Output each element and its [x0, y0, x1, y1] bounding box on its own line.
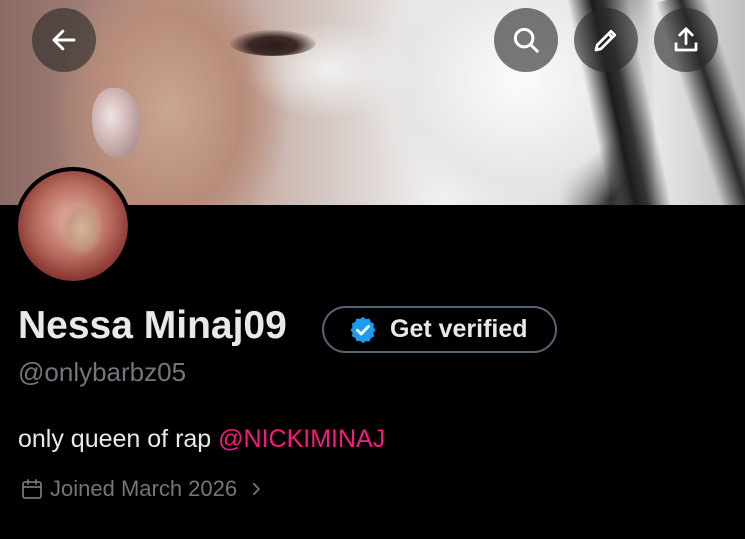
back-button[interactable] — [32, 8, 96, 72]
search-icon — [513, 27, 539, 53]
avatar-image — [18, 171, 128, 281]
share-button[interactable] — [654, 8, 718, 72]
arrow-left-icon — [52, 29, 76, 51]
get-verified-button[interactable]: Get verified — [322, 306, 557, 353]
bio-mention-link[interactable]: @NICKIMINAJ — [218, 425, 385, 453]
pencil-icon — [594, 29, 617, 52]
calendar-icon — [22, 479, 42, 499]
joined-date-row[interactable]: Joined March 2026 — [20, 476, 271, 502]
bio: only queen of rap @NICKIMINAJ — [18, 425, 385, 454]
search-button[interactable] — [494, 8, 558, 72]
avatar[interactable] — [14, 167, 132, 285]
upload-icon — [674, 27, 698, 52]
joined-date: Joined March 2026 — [50, 476, 238, 501]
get-verified-label: Get verified — [390, 315, 528, 343]
user-handle: @onlybarbz05 — [18, 357, 187, 387]
banner-lips — [92, 88, 140, 158]
verified-badge-icon — [350, 316, 376, 343]
display-name: Nessa Minaj09 — [18, 304, 287, 347]
banner-eye — [230, 30, 316, 56]
edit-button[interactable] — [574, 8, 638, 72]
chevron-right-icon — [252, 482, 261, 496]
bio-text: only queen of rap — [18, 425, 219, 453]
